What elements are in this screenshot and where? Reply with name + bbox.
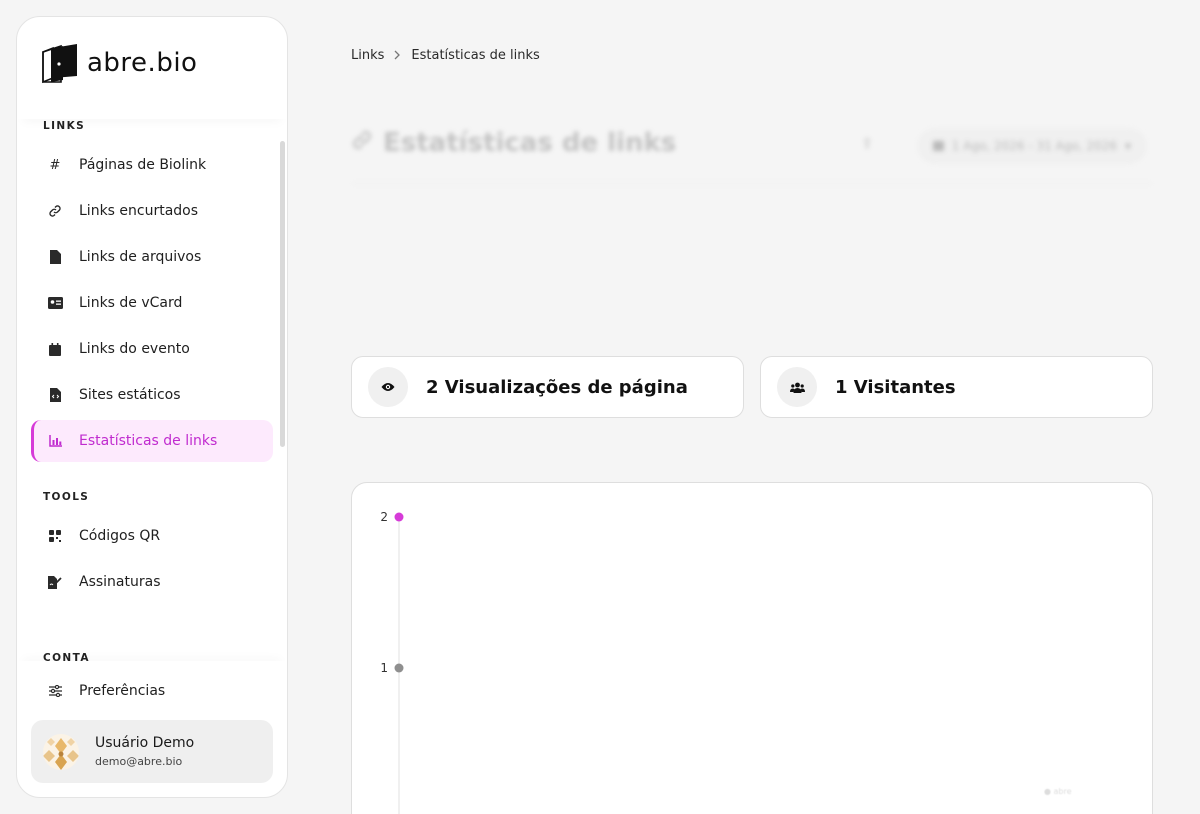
user-name: Usuário Demo: [95, 735, 195, 751]
y-tick-label: 1: [380, 661, 388, 675]
date-range-value: 1 Ago, 2026 - 31 Ago, 2026: [951, 139, 1117, 153]
user-account-card[interactable]: Usuário Demo demo@abre.bio: [31, 720, 273, 783]
section-label-links: LINKS: [43, 120, 86, 132]
hash-icon: #: [49, 157, 61, 173]
brand[interactable]: abre.bio: [39, 41, 197, 85]
data-point[interactable]: [394, 663, 404, 673]
sidebar-item-biolink-pages[interactable]: # Páginas de Biolink: [31, 144, 273, 186]
pageviews-card: 2 Visualizações de página: [351, 356, 744, 418]
chart-canvas: 210: [380, 510, 404, 814]
link-icon: [31, 204, 79, 218]
caret-down-icon: ▾: [1124, 139, 1131, 153]
sidebar-item-link-statistics[interactable]: Estatísticas de links: [31, 420, 273, 462]
page-header: Estatísticas de links ⇪ 1 Ago, 2026 - 31…: [351, 122, 1153, 184]
breadcrumb-links[interactable]: Links: [351, 48, 384, 63]
sidebar-item-label: Assinaturas: [79, 574, 161, 590]
brand-divider: [17, 105, 287, 119]
data-point[interactable]: [394, 512, 404, 522]
sidebar-item-label: Preferências: [79, 683, 166, 699]
share-icon[interactable]: ⇪: [861, 136, 873, 152]
sidebar-item-label: Sites estáticos: [79, 387, 181, 403]
sidebar-item-preferences[interactable]: Preferências: [31, 670, 273, 712]
eye-icon: [368, 367, 408, 407]
users-icon: [777, 367, 817, 407]
sliders-icon: [31, 685, 79, 697]
visitors-card: 1 Visitantes: [760, 356, 1153, 418]
sidebar-item-label: Links de vCard: [79, 295, 183, 311]
sidebar-scrollbar[interactable]: [280, 141, 285, 447]
pageviews-value: 2 Visualizações de página: [426, 376, 688, 398]
chevron-right-icon: [394, 49, 401, 63]
qr-icon: [31, 530, 79, 542]
sidebar-item-static-sites[interactable]: Sites estáticos: [31, 374, 273, 416]
sidebar-item-signatures[interactable]: Assinaturas: [31, 561, 273, 603]
chart-watermark: ● abre: [1044, 787, 1072, 796]
breadcrumb: Links Estatísticas de links: [351, 48, 540, 63]
statistics-chart: 210 ● abre: [351, 482, 1153, 814]
sidebar-item-label: Links de arquivos: [79, 249, 202, 265]
sidebar-item-qr-codes[interactable]: Códigos QR: [31, 515, 273, 557]
avatar: [43, 733, 79, 770]
brand-name: abre.bio: [87, 48, 198, 78]
calendar-icon: [31, 342, 79, 356]
sidebar-item-label: Estatísticas de links: [79, 433, 218, 449]
sidebar-item-label: Links encurtados: [79, 203, 199, 219]
calendar-icon: [932, 139, 944, 154]
sidebar-item-short-links[interactable]: Links encurtados: [31, 190, 273, 232]
sidebar-item-label: Links do evento: [79, 341, 190, 357]
y-tick-label: 2: [380, 510, 388, 524]
sidebar-item-event-links[interactable]: Links do evento: [31, 328, 273, 370]
file-icon: [31, 250, 79, 264]
sidebar-item-file-links[interactable]: Links de arquivos: [31, 236, 273, 278]
chart-icon: [31, 435, 79, 447]
signature-icon: [31, 575, 79, 589]
date-range-picker[interactable]: 1 Ago, 2026 - 31 Ago, 2026 ▾: [916, 128, 1147, 164]
file-code-icon: [31, 388, 79, 402]
user-email: demo@abre.bio: [95, 755, 183, 768]
section-label-tools: TOOLS: [43, 491, 90, 503]
sidebar-item-label: Códigos QR: [79, 528, 161, 544]
page-title: Estatísticas de links: [351, 128, 676, 158]
page-title-text: Estatísticas de links: [383, 128, 677, 158]
sidebar-item-label: Páginas de Biolink: [79, 157, 207, 173]
visitors-value: 1 Visitantes: [835, 376, 956, 398]
header-divider: [351, 183, 1153, 184]
id-card-icon: [31, 297, 79, 309]
link-icon: [351, 128, 373, 158]
sidebar: abre.bio LINKS # Páginas de Biolink Link…: [16, 16, 288, 798]
breadcrumb-current: Estatísticas de links: [411, 48, 540, 63]
sidebar-item-vcard-links[interactable]: Links de vCard: [31, 282, 273, 324]
door-logo-icon: [39, 42, 81, 84]
